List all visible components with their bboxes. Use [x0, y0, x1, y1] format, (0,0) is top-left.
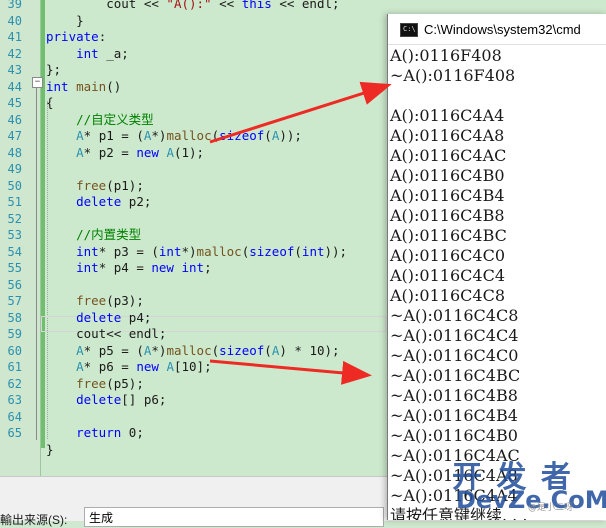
arrow-bottom	[209, 359, 372, 385]
annotation-arrows	[209, 81, 392, 385]
arrow-top	[209, 81, 392, 144]
